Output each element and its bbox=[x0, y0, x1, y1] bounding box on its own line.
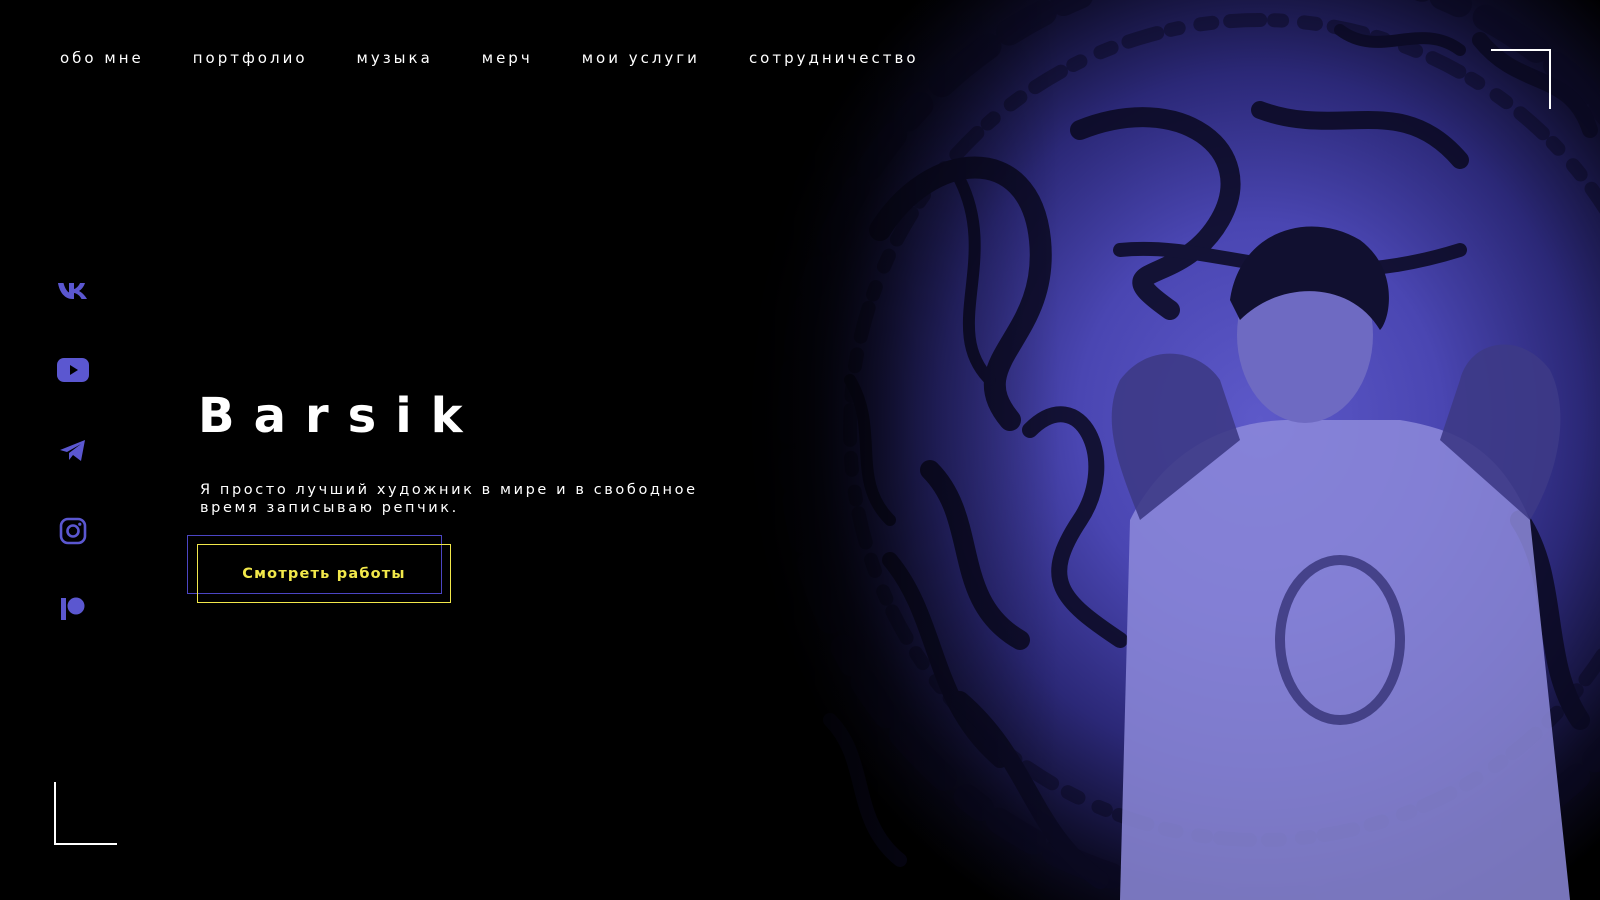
nav-music[interactable]: музыка bbox=[357, 49, 433, 67]
hero-photo bbox=[700, 0, 1600, 900]
hero-subtitle: Я просто лучший художник в мире и в своб… bbox=[200, 482, 698, 516]
patreon-icon bbox=[61, 597, 85, 620]
telegram-icon bbox=[60, 440, 85, 461]
telegram-link[interactable] bbox=[56, 434, 90, 468]
youtube-icon bbox=[57, 358, 89, 382]
landing-page: обо мне портфолио музыка мерч мои услуги… bbox=[0, 0, 1600, 900]
nav-portfolio[interactable]: портфолио bbox=[193, 49, 308, 67]
corner-bracket-top-right bbox=[1491, 49, 1551, 109]
corner-bracket-bottom-left bbox=[54, 782, 117, 845]
nav-about[interactable]: обо мне bbox=[60, 49, 144, 67]
main-nav: обо мне портфолио музыка мерч мои услуги… bbox=[60, 49, 968, 67]
youtube-link[interactable] bbox=[56, 353, 90, 387]
instagram-icon bbox=[59, 517, 87, 545]
nav-merch[interactable]: мерч bbox=[482, 49, 533, 67]
nav-cooperation[interactable]: сотрудничество bbox=[749, 49, 919, 67]
patreon-link[interactable] bbox=[56, 592, 90, 626]
view-works-button[interactable]: Смотреть работы bbox=[197, 544, 451, 603]
vk-icon bbox=[58, 283, 87, 299]
hero-title: Barsik bbox=[198, 388, 482, 444]
instagram-link[interactable] bbox=[56, 514, 90, 548]
calligraphy-artwork bbox=[777, 0, 1600, 900]
vk-link[interactable] bbox=[56, 274, 90, 308]
nav-services[interactable]: мои услуги bbox=[582, 49, 700, 67]
